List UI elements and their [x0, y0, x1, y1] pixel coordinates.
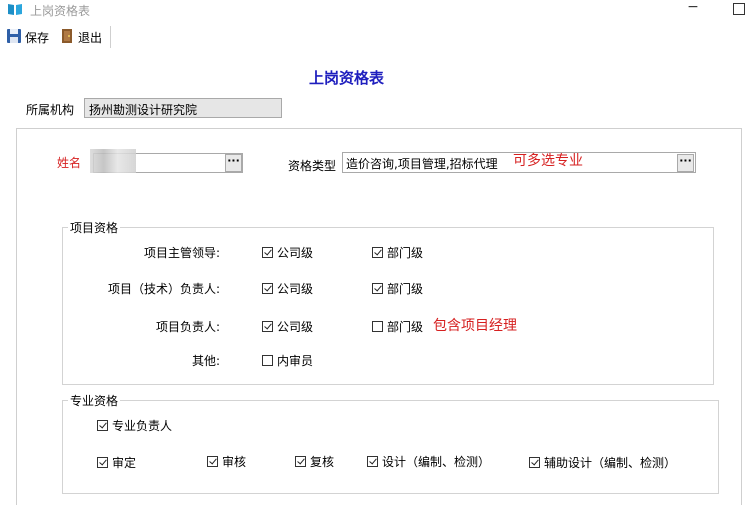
minimize-button[interactable]: − — [683, 0, 703, 18]
checkbox-supervisor-company[interactable]: 公司级 — [262, 244, 313, 261]
checkbox-box[interactable] — [295, 456, 306, 467]
project-qualification-title: 项目资格 — [68, 219, 121, 236]
qualification-type-label: 资格类型 — [288, 159, 337, 173]
checkbox-label: 部门级 — [387, 246, 424, 260]
professional-qualification-group — [62, 400, 719, 494]
exit-button[interactable]: 退出 — [59, 27, 102, 47]
checkbox-box[interactable] — [367, 456, 378, 467]
row-label-project-supervisor: 项目主管领导: — [143, 246, 220, 260]
checkbox-approve[interactable]: 审定 — [97, 454, 136, 471]
checkbox-label: 公司级 — [277, 320, 314, 334]
checkbox-label: 审定 — [112, 456, 137, 470]
checkbox-box[interactable] — [262, 321, 273, 332]
checkbox-box[interactable] — [529, 457, 540, 468]
checkbox-label: 审核 — [222, 455, 247, 469]
checkbox-technical-lead-dept[interactable]: 部门级 — [372, 280, 423, 297]
org-field: 扬州勘测设计研究院 — [84, 98, 282, 118]
checkbox-supervisor-dept[interactable]: 部门级 — [372, 244, 423, 261]
row-label-technical-lead: 项目（技术）负责人: — [107, 282, 220, 296]
checkbox-box[interactable] — [262, 283, 273, 294]
checkbox-box[interactable] — [372, 247, 383, 258]
checkbox-label: 辅助设计（编制、检测） — [544, 456, 677, 470]
name-redaction — [90, 149, 136, 173]
checkbox-design[interactable]: 设计（编制、检测） — [367, 453, 490, 470]
floppy-disk-icon — [6, 28, 22, 47]
checkbox-review[interactable]: 审核 — [207, 453, 246, 470]
checkbox-label: 专业负责人 — [112, 419, 173, 433]
checkbox-box[interactable] — [262, 355, 273, 366]
professional-qualification-title: 专业资格 — [68, 392, 121, 409]
qualification-picker-button[interactable]: ··· — [677, 154, 694, 172]
save-button[interactable]: 保存 — [6, 27, 49, 47]
exit-door-icon — [59, 28, 75, 47]
checkbox-label: 公司级 — [277, 246, 314, 260]
checkbox-assist-design[interactable]: 辅助设计（编制、检测） — [529, 454, 676, 471]
checkbox-label: 设计（编制、检测） — [382, 455, 491, 469]
toolbar-separator — [110, 26, 111, 48]
multi-select-note: 可多选专业 — [513, 153, 583, 169]
org-label: 所属机构 — [26, 103, 75, 117]
name-label: 姓名 — [57, 156, 82, 170]
name-picker-button[interactable]: ··· — [225, 154, 242, 172]
row-label-project-lead: 项目负责人: — [155, 320, 220, 334]
checkbox-project-lead-company[interactable]: 公司级 — [262, 318, 313, 335]
checkbox-box[interactable] — [262, 247, 273, 258]
form-title: 上岗资格表 — [308, 69, 384, 87]
checkbox-box[interactable] — [97, 420, 108, 431]
checkbox-label: 部门级 — [387, 320, 424, 334]
exit-label: 退出 — [78, 30, 103, 45]
checkbox-box[interactable] — [372, 283, 383, 294]
title-bar — [0, 0, 753, 20]
checkbox-label: 内审员 — [277, 354, 314, 368]
app-book-icon — [7, 2, 23, 16]
checkbox-label: 公司级 — [277, 282, 314, 296]
checkbox-box[interactable] — [97, 457, 108, 468]
project-manager-note: 包含项目经理 — [433, 318, 517, 334]
checkbox-box[interactable] — [207, 456, 218, 467]
checkbox-professional-lead[interactable]: 专业负责人 — [97, 417, 172, 434]
checkbox-box[interactable] — [372, 321, 383, 332]
checkbox-project-lead-dept[interactable]: 部门级 — [372, 318, 423, 335]
window-title: 上岗资格表 — [30, 4, 91, 18]
checkbox-technical-lead-company[interactable]: 公司级 — [262, 280, 313, 297]
row-label-other: 其他: — [191, 354, 220, 368]
maximize-button[interactable] — [733, 3, 745, 15]
save-label: 保存 — [25, 30, 50, 45]
checkbox-recheck[interactable]: 复核 — [295, 453, 334, 470]
checkbox-label: 复核 — [310, 455, 335, 469]
checkbox-label: 部门级 — [387, 282, 424, 296]
checkbox-internal-reviewer[interactable]: 内审员 — [262, 352, 313, 369]
